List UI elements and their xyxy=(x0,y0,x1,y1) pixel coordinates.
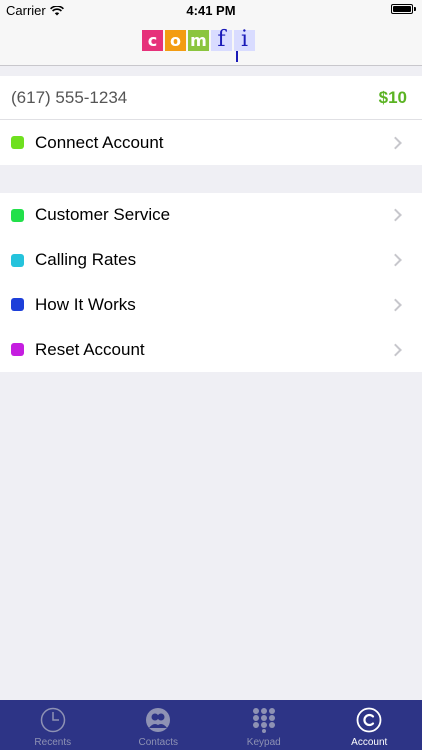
status-time: 4:41 PM xyxy=(186,3,236,18)
account-group: (617) 555-1234 $10 Connect Account xyxy=(0,76,422,165)
comfi-logo: c o m f i xyxy=(142,29,257,62)
logo-tile-m: m xyxy=(188,30,209,51)
tab-contacts-label: Contacts xyxy=(138,737,178,748)
account-balance: $10 xyxy=(378,87,407,107)
connect-account-label: Connect Account xyxy=(35,132,164,152)
nav-header: c o m f i xyxy=(0,20,422,66)
logo-tile-f: f xyxy=(211,29,232,51)
chevron-right-icon xyxy=(389,209,402,222)
logo-tile-o: o xyxy=(165,30,186,51)
tab-account[interactable]: Account xyxy=(317,700,422,750)
tab-keypad[interactable]: Keypad xyxy=(211,700,317,750)
chevron-right-icon xyxy=(389,343,402,356)
logo-tile-i: i xyxy=(234,29,255,51)
chevron-right-icon xyxy=(389,298,402,312)
tab-account-label: Account xyxy=(351,737,388,748)
logo-tile-c: c xyxy=(142,30,163,51)
purple-square-icon xyxy=(11,343,24,357)
tab-recents[interactable]: Recents xyxy=(0,700,106,750)
how-it-works-label: How It Works xyxy=(35,294,136,314)
calling-rates-label: Calling Rates xyxy=(35,250,137,270)
clock-icon xyxy=(39,706,67,734)
account-summary-row: (617) 555-1234 $10 xyxy=(0,76,422,120)
calling-rates-row[interactable]: Calling Rates xyxy=(0,238,422,283)
account-c-icon xyxy=(355,706,383,734)
tab-recents-label: Recents xyxy=(34,737,72,748)
tab-contacts[interactable]: Contacts xyxy=(106,700,212,750)
reset-account-label: Reset Account xyxy=(35,339,145,359)
tab-bar: Recents Contacts Keypad Account xyxy=(0,700,422,750)
reset-account-row[interactable]: Reset Account xyxy=(0,327,422,372)
tab-keypad-label: Keypad xyxy=(246,737,281,748)
customer-service-label: Customer Service xyxy=(35,205,171,225)
info-menu-group: Customer Service Calling Rates How It Wo… xyxy=(0,193,422,372)
contacts-icon xyxy=(144,706,172,734)
blue-square-icon xyxy=(11,298,24,312)
phone-number: (617) 555-1234 xyxy=(11,87,128,107)
battery-icon xyxy=(391,4,416,14)
keypad-icon xyxy=(250,706,278,734)
how-it-works-row[interactable]: How It Works xyxy=(0,283,422,328)
cyan-square-icon xyxy=(11,253,24,267)
logo-f-descender xyxy=(236,51,238,62)
chevron-right-icon xyxy=(389,136,402,149)
connect-account-row[interactable]: Connect Account xyxy=(0,120,422,165)
green-square-icon xyxy=(11,136,24,149)
chevron-right-icon xyxy=(389,253,402,267)
green-square-icon xyxy=(11,208,24,222)
status-bar: Carrier 4:41 PM xyxy=(0,0,422,20)
customer-service-row[interactable]: Customer Service xyxy=(0,193,422,238)
